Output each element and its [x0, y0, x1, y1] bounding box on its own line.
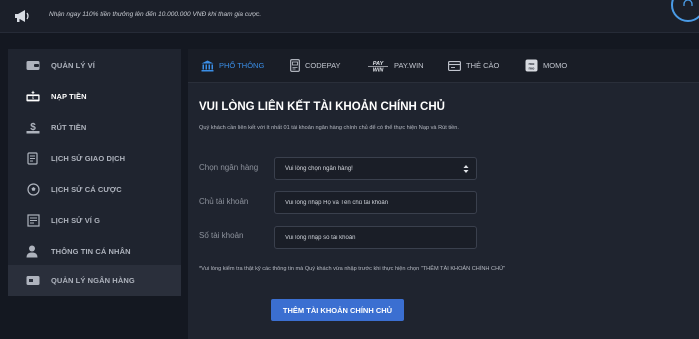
bank-select-value: Vui lòng chọn ngân hàng!	[285, 165, 353, 172]
bank-select[interactable]: Vui lòng chọn ngân hàng!	[274, 157, 477, 180]
bank-building-icon	[201, 60, 214, 72]
account-sidebar: QUẢN LÝ VÍ $ NẠP TIỀN $ RÚT TIỀN LỊCH SỬ…	[8, 49, 181, 296]
account-number-field[interactable]	[274, 226, 477, 249]
sidebar-item-label: QUẢN LÝ NGÂN HÀNG	[51, 276, 135, 285]
verification-note: *Vui lòng kiểm tra thật kỹ các thông tin…	[199, 266, 506, 272]
tab-scratch-card[interactable]: THẺ CÀO	[448, 49, 499, 82]
tab-label: THẺ CÀO	[466, 61, 500, 70]
sidebar-item-wallet[interactable]: QUẢN LÝ VÍ	[8, 50, 181, 81]
account-number-label: Số tài khoản	[199, 231, 244, 240]
add-bank-account-button[interactable]: THÊM TÀI KHOẢN CHÍNH CHỦ	[271, 299, 404, 321]
sidebar-item-wallet-history[interactable]: LỊCH SỬ VÍ G	[8, 205, 181, 236]
transaction-history-icon	[26, 152, 40, 166]
sidebar-item-label: RÚT TIỀN	[51, 123, 87, 132]
sidebar-item-withdraw[interactable]: $ RÚT TIỀN	[8, 112, 181, 143]
sidebar-item-profile[interactable]: THÔNG TIN CÁ NHÂN	[8, 236, 181, 267]
code-card-icon	[290, 59, 300, 72]
paywin-logo-icon: PAY WIN	[367, 59, 389, 73]
account-holder-label: Chủ tài khoản	[199, 197, 249, 206]
sidebar-item-label: LỊCH SỬ VÍ G	[51, 216, 101, 225]
svg-text:$: $	[32, 96, 34, 100]
sidebar-item-label: LỊCH SỬ GIAO DỊCH	[51, 154, 126, 163]
form-description: Quý khách cần liên kết với ít nhất 01 tà…	[199, 125, 459, 131]
tab-label: MOMO	[543, 61, 568, 70]
page-title: VUI LÒNG LIÊN KẾT TÀI KHOẢN CHÍNH CHỦ	[199, 101, 445, 113]
payment-method-tabs: PHỔ THÔNG CODEPAY PAY WIN PAY.WIN THẺ CÀO…	[188, 49, 699, 83]
account-holder-field[interactable]	[274, 191, 477, 214]
sidebar-item-label: THÔNG TIN CÁ NHÂN	[51, 247, 131, 256]
promo-text: Nhận ngay 110% tiền thưởng lên đến 10.00…	[49, 11, 262, 18]
withdraw-icon: $	[26, 121, 40, 135]
sidebar-item-bet-history[interactable]: LỊCH SỬ CÁ CƯỢC	[8, 174, 181, 205]
tab-momo[interactable]: mo mo MOMO	[525, 49, 567, 82]
select-caret-icon	[463, 164, 469, 174]
sidebar-item-transaction-history[interactable]: LỊCH SỬ GIAO DỊCH	[8, 143, 181, 174]
tab-codepay[interactable]: CODEPAY	[290, 49, 341, 82]
momo-logo-icon: mo mo	[525, 59, 538, 72]
wallet-history-icon	[26, 214, 40, 228]
bank-card-icon	[26, 274, 40, 288]
tab-label: PHỔ THÔNG	[219, 61, 265, 70]
bank-select-label: Chọn ngân hàng	[199, 163, 259, 172]
svg-text:mo: mo	[529, 66, 536, 71]
promo-banner: Nhận ngay 110% tiền thưởng lên đến 10.00…	[0, 0, 699, 33]
sidebar-item-bank-management[interactable]: QUẢN LÝ NGÂN HÀNG	[8, 265, 181, 296]
deposit-panel: PHỔ THÔNG CODEPAY PAY WIN PAY.WIN THẺ CÀO…	[188, 49, 699, 339]
sidebar-item-label: NẠP TIỀN	[51, 92, 87, 101]
user-icon	[26, 245, 40, 259]
scratch-card-icon	[448, 60, 461, 71]
soccer-ball-icon	[26, 183, 40, 197]
deposit-icon: $	[26, 90, 40, 104]
sidebar-item-label: LỊCH SỬ CÁ CƯỢC	[51, 185, 122, 194]
tab-label: PAY.WIN	[394, 61, 424, 70]
tab-standard[interactable]: PHỔ THÔNG	[201, 49, 264, 82]
tab-paywin[interactable]: PAY WIN PAY.WIN	[367, 49, 424, 82]
account-number-input[interactable]	[275, 227, 476, 248]
sidebar-item-label: QUẢN LÝ VÍ	[51, 61, 95, 70]
account-holder-input[interactable]	[275, 192, 476, 213]
megaphone-icon	[10, 7, 34, 25]
support-headset-icon[interactable]	[671, 0, 699, 22]
wallet-icon	[26, 59, 40, 73]
svg-text:WIN: WIN	[373, 67, 385, 73]
sidebar-item-deposit[interactable]: $ NẠP TIỀN	[8, 81, 181, 112]
tab-label: CODEPAY	[305, 61, 341, 70]
